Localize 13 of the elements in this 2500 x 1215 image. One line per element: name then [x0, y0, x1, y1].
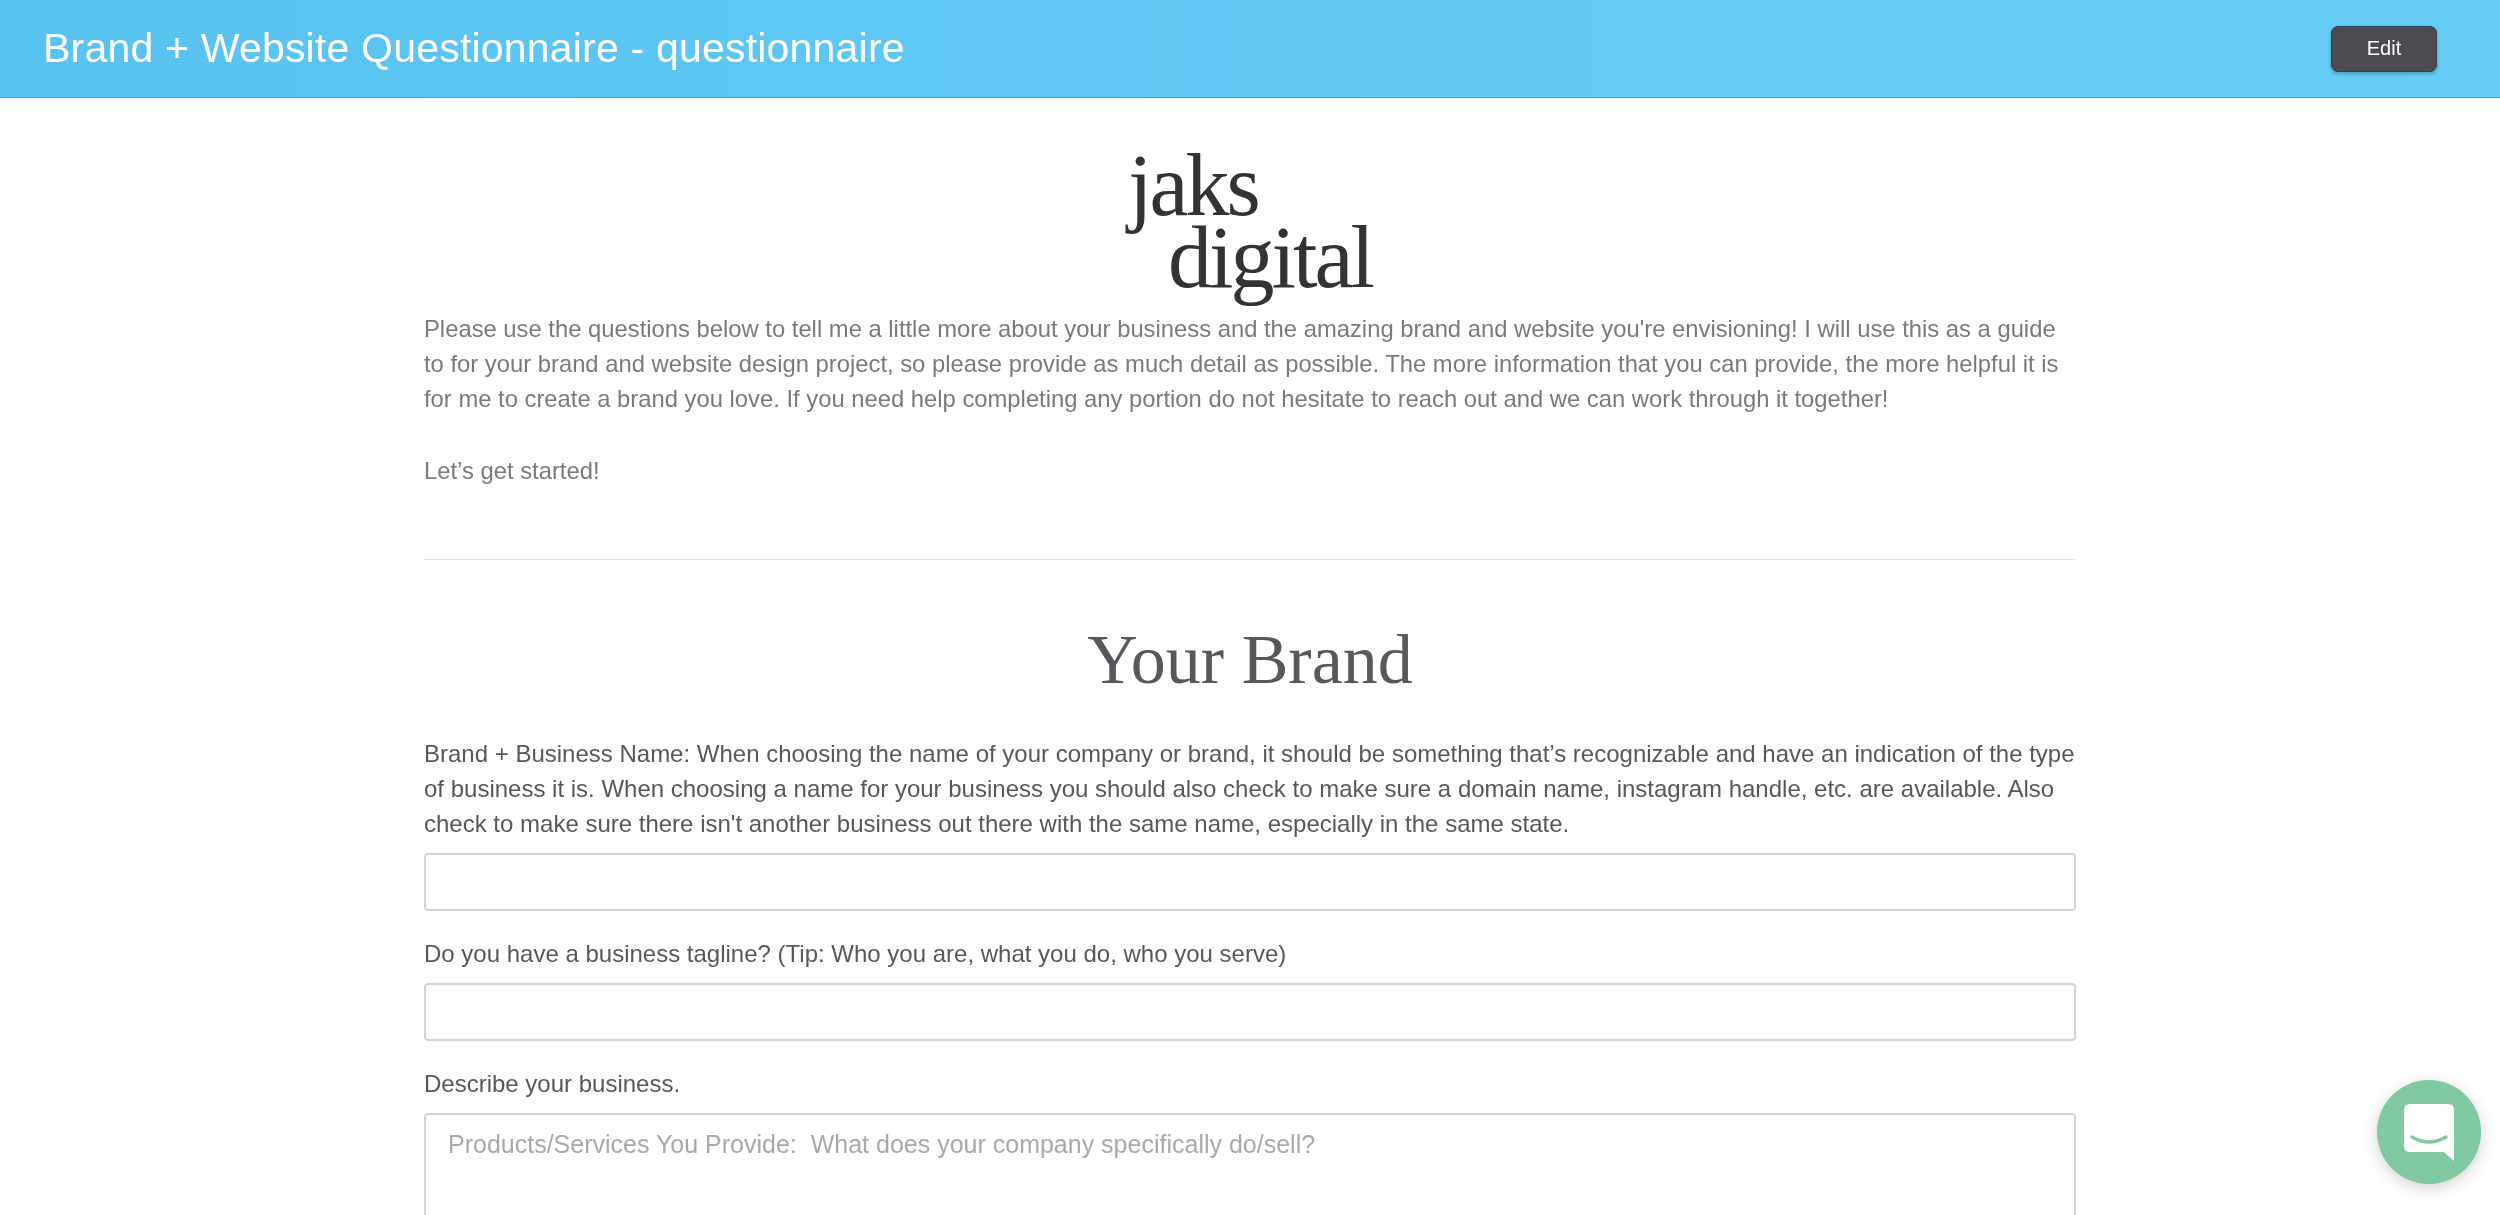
- text-input-field[interactable]: [424, 983, 2076, 1041]
- edit-button[interactable]: Edit: [2331, 25, 2437, 72]
- chat-bubble-icon: [2404, 1103, 2454, 1161]
- question-label: Brand + Business Name: When choosing the name of your company or brand, it should be something that’s recognizable and have an indication of the type of business it is. When choosing a name for your business you should also check to make sure a domain name, instagram handle, etc. are available. Also check to make sure there isn't another business out there with the same name, especially in the same state.: [424, 739, 2076, 839]
- question-label: Describe your business.: [424, 1069, 682, 1099]
- text-input-field[interactable]: [424, 853, 2076, 911]
- intro-paragraph: Please use the questions below to tell me a little more about your business and the amazing brand and website you're envisioning! I will use this as a guide to for your brand and website design project, so please provide as much detail as possible. The more information that you can provide, the more helpful it is for me to create a brand you love. If you need help completing any portion do not hesitate to reach out and we can work through it together!: [424, 314, 2060, 414]
- page-title: Brand + Website Questionnaire - questionnaire: [43, 25, 905, 72]
- textarea-field[interactable]: Products/Services You Provide: What does your company specifically do/sell?: [424, 1113, 2076, 1215]
- question-label: Do you have a business tagline? (Tip: Who you are, what you do, who you serve): [424, 939, 1288, 969]
- intro-paragraph: Let’s get started!: [424, 456, 601, 486]
- chat-button[interactable]: [2377, 1080, 2481, 1184]
- section-heading: Your Brand: [1086, 620, 1414, 700]
